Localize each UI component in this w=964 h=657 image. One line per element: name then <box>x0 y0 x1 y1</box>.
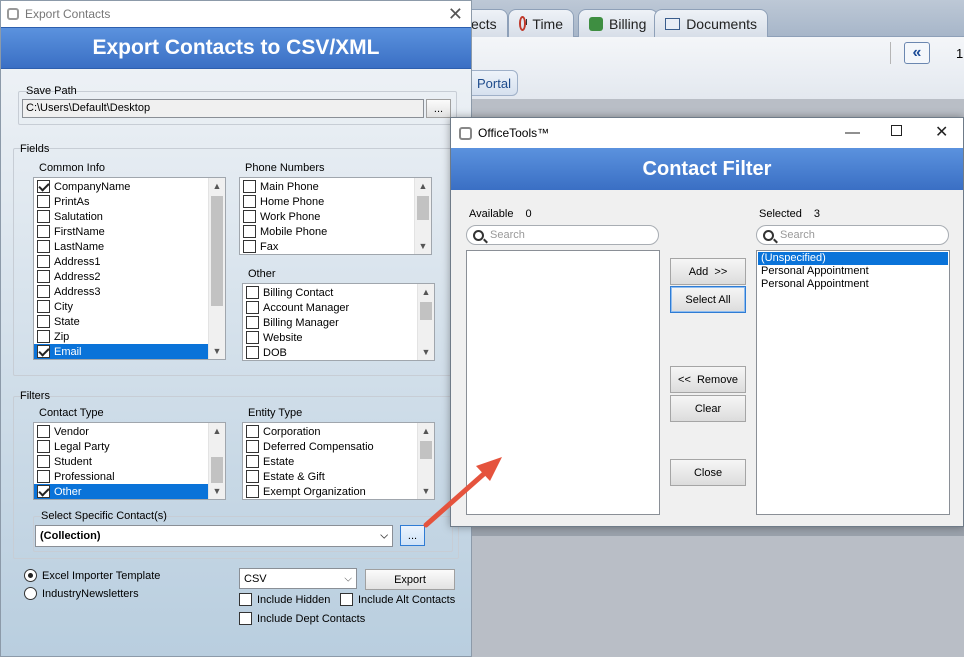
arrow-shaft <box>423 469 489 528</box>
callout-arrow-icon <box>423 457 502 528</box>
